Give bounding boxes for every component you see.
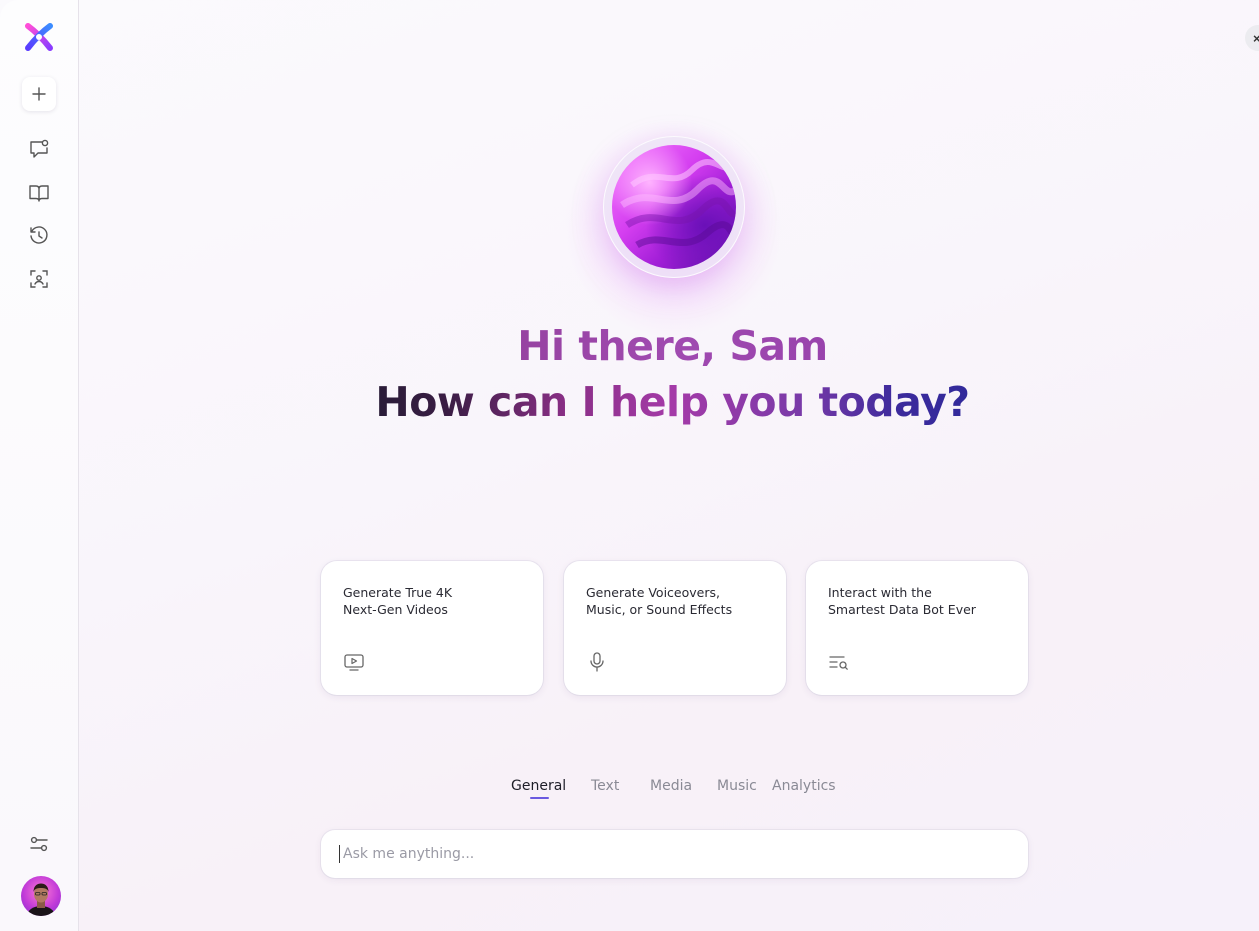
greeting-line-2: How can I help you today?: [320, 374, 1025, 430]
tab-text[interactable]: Text: [591, 778, 619, 794]
active-tab-indicator: [530, 797, 549, 799]
card-title: Interact with the Smartest Data Bot Ever: [828, 585, 976, 617]
card-title: Generate Voiceovers, Music, or Sound Eff…: [586, 585, 733, 617]
text-caret: [339, 845, 340, 863]
orb-core: [612, 145, 736, 269]
history-icon: [30, 226, 48, 244]
microphone-icon: [590, 652, 604, 672]
scan-button[interactable]: [27, 267, 51, 291]
suggestion-card-video[interactable]: Generate True 4K Next-Gen Videos: [321, 561, 543, 695]
greeting-line-1: Hi there, Sam: [320, 318, 1025, 374]
tab-analytics[interactable]: Analytics: [772, 778, 836, 794]
chat-input-container: [321, 830, 1028, 878]
close-icon: ×: [1253, 30, 1259, 46]
close-button[interactable]: ×: [1245, 25, 1259, 51]
greeting: Hi there, Sam How can I help you today?: [320, 318, 1025, 430]
video-icon: [344, 654, 364, 671]
app-logo-icon[interactable]: [23, 21, 55, 53]
tab-media[interactable]: Media: [650, 778, 692, 794]
sliders-icon: [30, 836, 48, 852]
suggestion-card-data[interactable]: Interact with the Smartest Data Bot Ever: [806, 561, 1028, 695]
tab-music[interactable]: Music: [717, 778, 757, 794]
settings-button[interactable]: [27, 832, 51, 856]
plus-icon: [32, 87, 46, 101]
chat-input[interactable]: [343, 846, 943, 862]
category-tabs: General Text Media Music Analytics: [0, 778, 1259, 802]
card-title: Generate True 4K Next-Gen Videos: [343, 585, 453, 617]
chat-bubble-icon: [30, 139, 49, 158]
suggestion-card-audio[interactable]: Generate Voiceovers, Music, or Sound Eff…: [564, 561, 786, 695]
scan-icon: [30, 270, 48, 288]
chats-button[interactable]: [27, 137, 51, 161]
book-icon: [29, 185, 49, 202]
avatar[interactable]: [21, 876, 61, 916]
library-button[interactable]: [27, 181, 51, 205]
new-chat-button[interactable]: [22, 77, 56, 111]
user-photo-icon: [27, 883, 55, 916]
ai-orb: [603, 136, 745, 278]
history-button[interactable]: [27, 224, 51, 248]
list-search-icon: [829, 656, 848, 670]
tab-general[interactable]: General: [511, 778, 566, 794]
